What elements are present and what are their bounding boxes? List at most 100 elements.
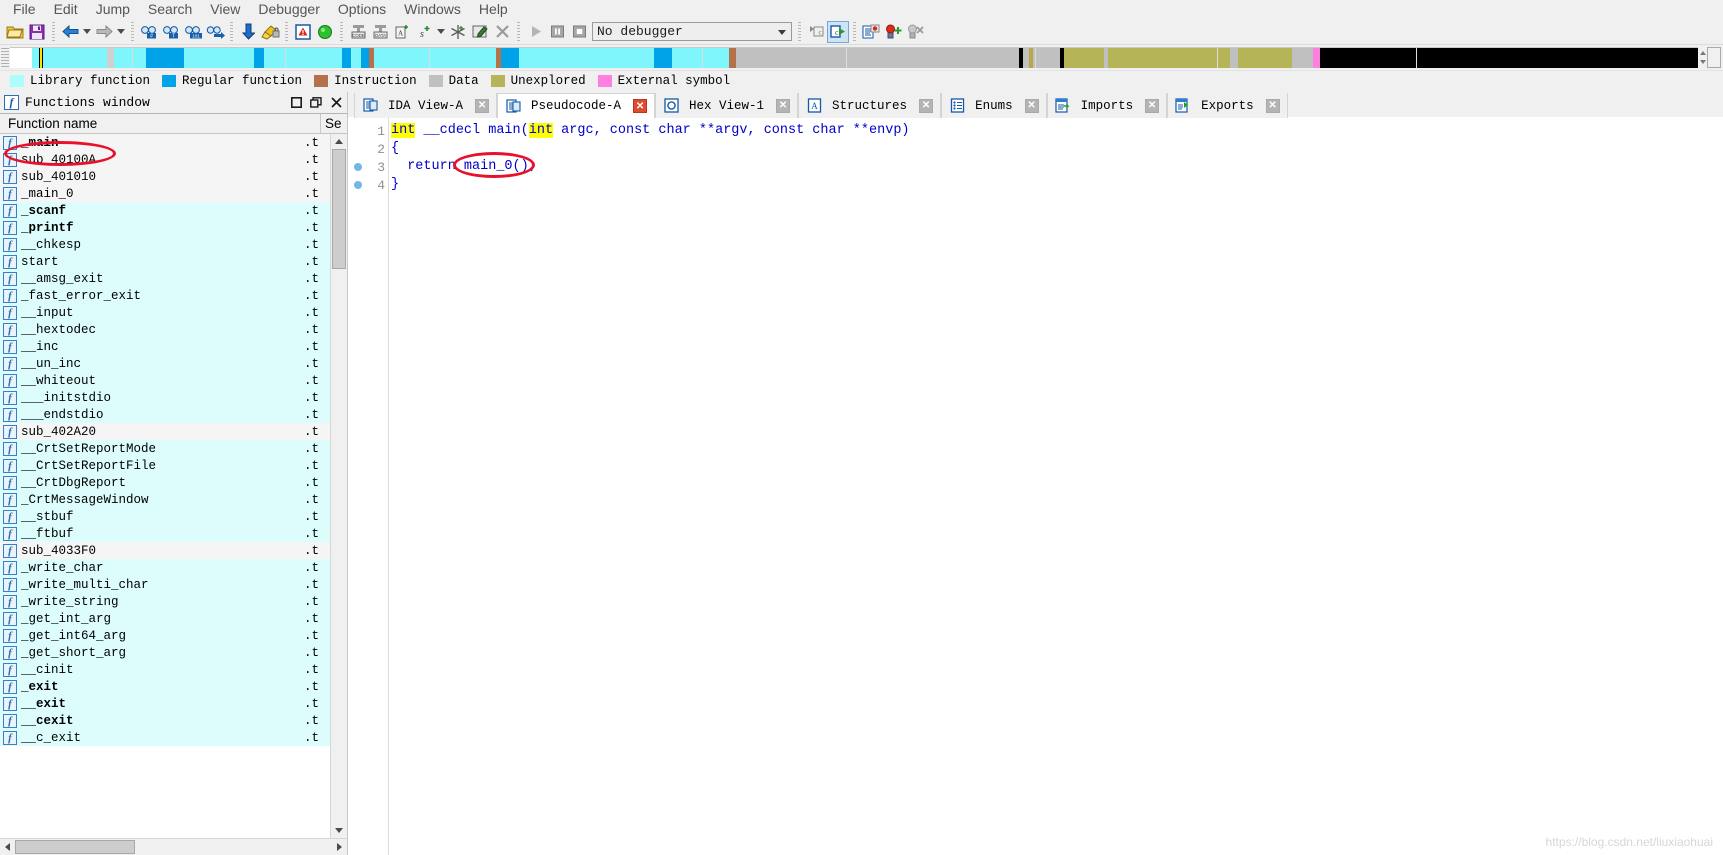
breakpoint-delete-icon[interactable]	[904, 21, 926, 43]
column-header-segment[interactable]: Se	[321, 114, 347, 134]
search-sequence-icon[interactable]: 101	[182, 21, 204, 43]
navband-zoom-out-icon[interactable]	[1699, 60, 1706, 65]
code-line[interactable]: int __cdecl main(int argc, const char **…	[389, 122, 1723, 140]
table-row[interactable]: f _exit .t	[0, 678, 330, 695]
menu-item-view[interactable]: View	[201, 0, 249, 19]
undefine-snowflake-icon[interactable]	[447, 21, 469, 43]
forward-icon[interactable]	[93, 21, 115, 43]
navband-cursor[interactable]	[40, 48, 43, 68]
highlight-icon[interactable]	[259, 21, 281, 43]
table-row[interactable]: f __inc .t	[0, 338, 330, 355]
dock-window-icon[interactable]	[307, 94, 325, 112]
table-row[interactable]: f sub_40100A .t	[0, 151, 330, 168]
scroll-down-button[interactable]	[331, 823, 347, 838]
make-ascii-icon[interactable]: A	[391, 21, 413, 43]
table-row[interactable]: f __CrtSetReportMode .t	[0, 440, 330, 457]
breakpoint-slot-icon[interactable]	[354, 181, 362, 189]
table-row[interactable]: f __ftbuf .t	[0, 525, 330, 542]
tab-ida-view-a[interactable]: IDA View-A ✕	[354, 93, 498, 118]
table-row[interactable]: f _main_0 .t	[0, 185, 330, 202]
column-header-function-name[interactable]: Function name	[0, 113, 321, 134]
table-row[interactable]: f _write_multi_char .t	[0, 576, 330, 593]
close-tab-icon[interactable]: ✕	[1265, 98, 1280, 113]
make-struct-icon[interactable]: s	[413, 21, 435, 43]
code-line[interactable]: {	[389, 140, 1723, 158]
tab-structures[interactable]: A Structures ✕	[798, 93, 942, 118]
scroll-right-button[interactable]	[332, 839, 347, 855]
close-window-icon[interactable]	[327, 94, 345, 112]
breakpoint-add-icon[interactable]	[882, 21, 904, 43]
table-row[interactable]: f __input .t	[0, 304, 330, 321]
open-file-icon[interactable]	[4, 21, 26, 43]
code-content[interactable]: int __cdecl main(int argc, const char **…	[388, 118, 1723, 855]
menu-item-search[interactable]: Search	[139, 0, 201, 19]
menu-item-debugger[interactable]: Debugger	[249, 0, 329, 19]
navband-zoom-in-icon[interactable]	[1699, 50, 1706, 55]
table-row[interactable]: f _get_short_arg .t	[0, 644, 330, 661]
menu-item-options[interactable]: Options	[329, 0, 395, 19]
table-row[interactable]: f sub_402A20 .t	[0, 423, 330, 440]
menu-item-windows[interactable]: Windows	[395, 0, 470, 19]
tab-hex-view-1[interactable]: Hex View-1 ✕	[655, 93, 799, 118]
table-row[interactable]: f __cinit .t	[0, 661, 330, 678]
table-row[interactable]: f _get_int64_arg .t	[0, 627, 330, 644]
hscroll-track[interactable]	[15, 839, 332, 855]
table-row[interactable]: f sub_401010 .t	[0, 168, 330, 185]
functions-list[interactable]: f _main .t f sub_40100A .t f sub_401010 .t f _main…	[0, 134, 330, 838]
table-row[interactable]: f start .t	[0, 253, 330, 270]
run-to-cursor-icon[interactable]: c	[827, 20, 849, 43]
functions-list-vertical-scrollbar[interactable]	[330, 134, 347, 838]
table-row[interactable]: f __CrtSetReportFile .t	[0, 457, 330, 474]
table-row[interactable]: f _get_int_arg .t	[0, 610, 330, 627]
table-row[interactable]: f _fast_error_exit .t	[0, 287, 330, 304]
search-hex-icon[interactable]: #	[138, 21, 160, 43]
tab-imports[interactable]: Imports ✕	[1046, 93, 1168, 118]
back-dropdown-icon[interactable]	[81, 21, 93, 43]
breakpoint-list-icon[interactable]	[860, 21, 882, 43]
code-line[interactable]: return main_0();	[389, 158, 1723, 176]
search-text-icon[interactable]: T	[160, 21, 182, 43]
navband-drag-handle[interactable]	[1, 48, 9, 67]
table-row[interactable]: f __exit .t	[0, 695, 330, 712]
step-over-source-icon[interactable]: c	[805, 21, 827, 43]
table-row[interactable]: f _CrtMessageWindow .t	[0, 491, 330, 508]
tab-exports[interactable]: Exports ✕	[1167, 93, 1288, 118]
tab-enums[interactable]: Enums ✕	[941, 93, 1047, 118]
table-row[interactable]: f __amsg_exit .t	[0, 270, 330, 287]
functions-window-titlebar[interactable]: f Functions window	[0, 92, 347, 114]
scroll-track[interactable]	[331, 149, 347, 823]
table-row[interactable]: f __un_inc .t	[0, 355, 330, 372]
warning-box-icon[interactable]	[292, 21, 314, 43]
table-row[interactable]: f __stbuf .t	[0, 508, 330, 525]
close-tab-icon[interactable]: ✕	[1024, 98, 1039, 113]
table-row[interactable]: f __cexit .t	[0, 712, 330, 729]
navband-zoom-controls[interactable]	[1698, 45, 1707, 70]
delete-x-icon[interactable]	[491, 21, 513, 43]
search-next-icon[interactable]	[204, 21, 226, 43]
table-row[interactable]: f sub_4033F0 .t	[0, 542, 330, 559]
stop-icon[interactable]	[568, 21, 590, 43]
close-tab-icon[interactable]: ✕	[633, 99, 648, 113]
pseudocode-view[interactable]: 1234 int __cdecl main(int argc, const ch…	[348, 118, 1723, 855]
close-tab-icon[interactable]: ✕	[1145, 98, 1160, 113]
run-play-icon[interactable]	[524, 21, 546, 43]
table-row[interactable]: f __chkesp .t	[0, 236, 330, 253]
rename-pencil-icon[interactable]	[469, 21, 491, 43]
scroll-left-button[interactable]	[0, 839, 15, 855]
menu-item-edit[interactable]: Edit	[45, 0, 87, 19]
hscroll-thumb[interactable]	[15, 840, 135, 854]
table-row[interactable]: f _main .t	[0, 134, 330, 151]
forward-dropdown-icon[interactable]	[115, 21, 127, 43]
pause-icon[interactable]	[546, 21, 568, 43]
close-tab-icon[interactable]: ✕	[919, 98, 934, 113]
save-icon[interactable]	[26, 21, 48, 43]
table-row[interactable]: f _scanf .t	[0, 202, 330, 219]
navigation-band[interactable]	[10, 47, 1698, 68]
navband-end-box[interactable]	[1707, 47, 1721, 68]
scroll-thumb[interactable]	[332, 149, 346, 269]
functions-list-horizontal-scrollbar[interactable]	[0, 838, 347, 855]
tab-pseudocode-a[interactable]: Pseudocode-A ✕	[497, 93, 656, 118]
restore-window-icon[interactable]	[287, 94, 305, 112]
code-line[interactable]: }	[389, 176, 1723, 194]
table-row[interactable]: f __CrtDbgReport .t	[0, 474, 330, 491]
